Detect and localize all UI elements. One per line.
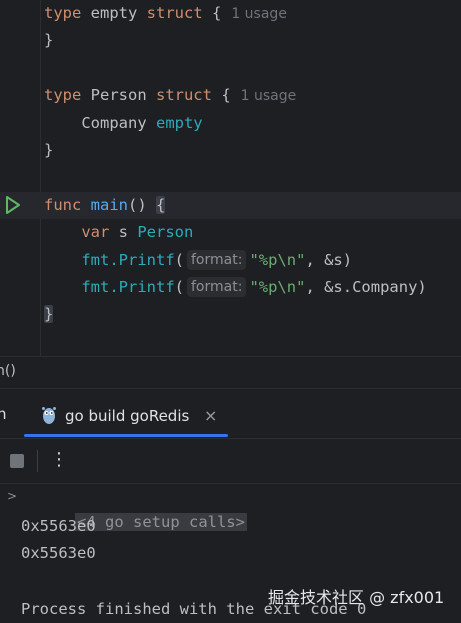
keyword: struct — [146, 4, 203, 22]
console-line: 0x5563e0 — [21, 517, 96, 535]
run-toolbar: ⋮ — [0, 439, 461, 483]
breadcrumb[interactable]: n() — [0, 356, 461, 388]
tab-partial[interactable]: n — [0, 405, 7, 423]
brace: { — [156, 196, 166, 214]
tab-go-build[interactable]: go build goRedis × — [28, 397, 224, 435]
code-line-2[interactable]: } — [0, 27, 461, 54]
type-name: Person — [81, 86, 156, 104]
paren: ( — [174, 278, 184, 296]
function-call: Printf — [118, 278, 175, 296]
chevron-right-icon[interactable]: > — [7, 489, 17, 503]
code-line-11[interactable]: fmt.Printf(format: "%p\n", &s.Company) — [0, 274, 461, 301]
keyword: type — [44, 86, 82, 104]
var-name: s — [109, 223, 138, 241]
code-line-1[interactable]: type empty struct {1 usage — [0, 0, 461, 27]
string-literal: "%p\n" — [249, 278, 306, 296]
type-name: empty — [81, 4, 147, 22]
code-editor[interactable]: type empty struct {1 usage } type Person… — [0, 0, 461, 356]
brace: } — [44, 31, 54, 49]
divider — [37, 450, 38, 472]
stop-icon[interactable] — [10, 454, 24, 468]
paren: ( — [174, 251, 184, 269]
more-vertical-icon[interactable]: ⋮ — [50, 447, 68, 473]
folded-setup-calls[interactable]: <4 go setup calls> — [75, 513, 247, 531]
field-name: Company — [44, 114, 156, 132]
function-call: Printf — [118, 251, 175, 269]
args: , &s) — [305, 251, 353, 269]
active-tab-indicator — [24, 434, 228, 437]
code-line-10[interactable]: fmt.Printf(format: "%p\n", &s) — [0, 247, 461, 274]
usage-hint[interactable]: 1 usage — [241, 88, 297, 104]
brace: { — [202, 4, 222, 22]
keyword: struct — [155, 86, 212, 104]
run-gutter-icon[interactable] — [4, 195, 22, 215]
code-line-8[interactable]: func main() { — [0, 192, 461, 219]
brace: } — [44, 305, 54, 323]
parameter-hint: format: — [187, 250, 247, 270]
brace: { — [211, 86, 231, 104]
close-icon[interactable]: × — [204, 406, 217, 425]
go-gopher-icon — [42, 407, 56, 424]
function-name: main — [90, 196, 128, 214]
type-ref: Person — [137, 223, 194, 241]
string-literal: "%p\n" — [249, 251, 306, 269]
watermark: 掘金技术社区 @ zfx001 — [268, 588, 445, 607]
code-line-5[interactable]: Company empty — [0, 110, 461, 137]
package-ref: fmt. — [81, 251, 119, 269]
console-line: 0x5563e0 — [21, 544, 96, 562]
code-line-4[interactable]: type Person struct {1 usage — [0, 82, 461, 109]
usage-hint[interactable]: 1 usage — [231, 6, 287, 22]
code-line-12[interactable]: } — [0, 301, 461, 328]
code-line-9[interactable]: var s Person — [0, 219, 461, 246]
code-line-6[interactable]: } — [0, 137, 461, 164]
brace: } — [44, 141, 54, 159]
tab-label: go build goRedis — [65, 407, 190, 425]
keyword: func — [44, 196, 82, 214]
type-ref: empty — [155, 114, 203, 132]
package-ref: fmt. — [81, 278, 119, 296]
keyword: type — [44, 4, 82, 22]
parameter-hint: format: — [187, 277, 247, 297]
breadcrumb-item[interactable]: n() — [0, 363, 16, 379]
args: , &s.Company) — [305, 278, 427, 296]
parens: () — [128, 196, 156, 214]
keyword: var — [81, 223, 110, 241]
